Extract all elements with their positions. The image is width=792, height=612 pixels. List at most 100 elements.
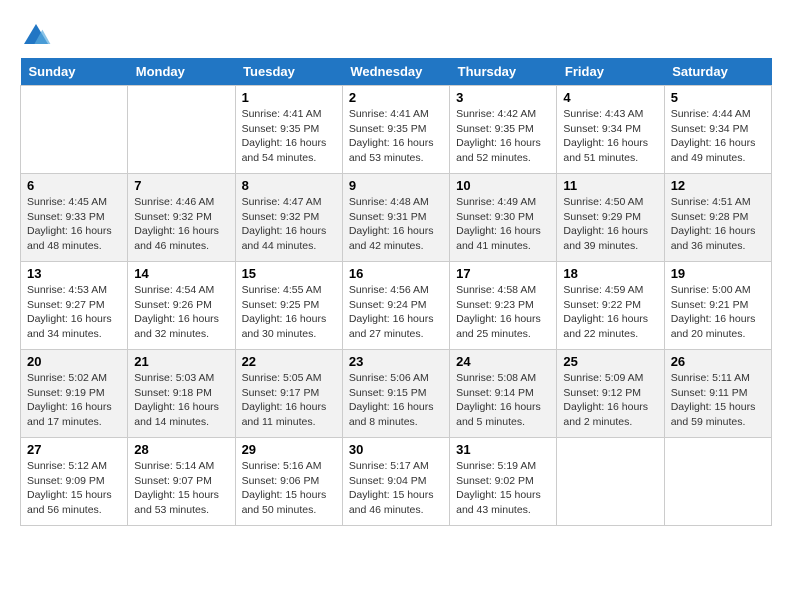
day-number: 17 xyxy=(456,266,550,281)
day-number: 27 xyxy=(27,442,121,457)
cell-info: Sunrise: 4:56 AMSunset: 9:24 PMDaylight:… xyxy=(349,284,434,340)
cell-info: Sunrise: 5:03 AMSunset: 9:18 PMDaylight:… xyxy=(134,372,219,428)
cell-info: Sunrise: 5:17 AMSunset: 9:04 PMDaylight:… xyxy=(349,460,434,516)
day-number: 4 xyxy=(563,90,657,105)
cell-info: Sunrise: 4:54 AMSunset: 9:26 PMDaylight:… xyxy=(134,284,219,340)
cell-info: Sunrise: 4:41 AMSunset: 9:35 PMDaylight:… xyxy=(349,108,434,164)
calendar-cell: 11 Sunrise: 4:50 AMSunset: 9:29 PMDaylig… xyxy=(557,174,664,262)
calendar-table: SundayMondayTuesdayWednesdayThursdayFrid… xyxy=(20,58,772,526)
weekday-header-friday: Friday xyxy=(557,58,664,86)
weekday-header-sunday: Sunday xyxy=(21,58,128,86)
calendar-cell: 13 Sunrise: 4:53 AMSunset: 9:27 PMDaylig… xyxy=(21,262,128,350)
calendar-cell: 20 Sunrise: 5:02 AMSunset: 9:19 PMDaylig… xyxy=(21,350,128,438)
cell-info: Sunrise: 5:16 AMSunset: 9:06 PMDaylight:… xyxy=(242,460,327,516)
calendar-cell: 28 Sunrise: 5:14 AMSunset: 9:07 PMDaylig… xyxy=(128,438,235,526)
cell-info: Sunrise: 4:44 AMSunset: 9:34 PMDaylight:… xyxy=(671,108,756,164)
cell-info: Sunrise: 4:42 AMSunset: 9:35 PMDaylight:… xyxy=(456,108,541,164)
cell-info: Sunrise: 4:55 AMSunset: 9:25 PMDaylight:… xyxy=(242,284,327,340)
calendar-cell: 3 Sunrise: 4:42 AMSunset: 9:35 PMDayligh… xyxy=(450,86,557,174)
calendar-week-row: 27 Sunrise: 5:12 AMSunset: 9:09 PMDaylig… xyxy=(21,438,772,526)
day-number: 3 xyxy=(456,90,550,105)
day-number: 20 xyxy=(27,354,121,369)
day-number: 23 xyxy=(349,354,443,369)
day-number: 2 xyxy=(349,90,443,105)
logo-icon xyxy=(20,20,52,48)
cell-info: Sunrise: 5:11 AMSunset: 9:11 PMDaylight:… xyxy=(671,372,756,428)
cell-info: Sunrise: 4:50 AMSunset: 9:29 PMDaylight:… xyxy=(563,196,648,252)
cell-info: Sunrise: 4:53 AMSunset: 9:27 PMDaylight:… xyxy=(27,284,112,340)
day-number: 11 xyxy=(563,178,657,193)
weekday-header-monday: Monday xyxy=(128,58,235,86)
day-number: 5 xyxy=(671,90,765,105)
calendar-cell: 19 Sunrise: 5:00 AMSunset: 9:21 PMDaylig… xyxy=(664,262,771,350)
day-number: 19 xyxy=(671,266,765,281)
calendar-cell: 27 Sunrise: 5:12 AMSunset: 9:09 PMDaylig… xyxy=(21,438,128,526)
calendar-cell xyxy=(664,438,771,526)
weekday-header-tuesday: Tuesday xyxy=(235,58,342,86)
day-number: 10 xyxy=(456,178,550,193)
cell-info: Sunrise: 5:14 AMSunset: 9:07 PMDaylight:… xyxy=(134,460,219,516)
cell-info: Sunrise: 4:59 AMSunset: 9:22 PMDaylight:… xyxy=(563,284,648,340)
weekday-header-wednesday: Wednesday xyxy=(342,58,449,86)
day-number: 28 xyxy=(134,442,228,457)
day-number: 16 xyxy=(349,266,443,281)
cell-info: Sunrise: 5:19 AMSunset: 9:02 PMDaylight:… xyxy=(456,460,541,516)
calendar-cell xyxy=(557,438,664,526)
calendar-cell xyxy=(21,86,128,174)
cell-info: Sunrise: 5:09 AMSunset: 9:12 PMDaylight:… xyxy=(563,372,648,428)
day-number: 30 xyxy=(349,442,443,457)
day-number: 18 xyxy=(563,266,657,281)
calendar-week-row: 1 Sunrise: 4:41 AMSunset: 9:35 PMDayligh… xyxy=(21,86,772,174)
day-number: 25 xyxy=(563,354,657,369)
cell-info: Sunrise: 4:43 AMSunset: 9:34 PMDaylight:… xyxy=(563,108,648,164)
calendar-cell: 21 Sunrise: 5:03 AMSunset: 9:18 PMDaylig… xyxy=(128,350,235,438)
calendar-cell: 15 Sunrise: 4:55 AMSunset: 9:25 PMDaylig… xyxy=(235,262,342,350)
weekday-header-saturday: Saturday xyxy=(664,58,771,86)
calendar-cell: 10 Sunrise: 4:49 AMSunset: 9:30 PMDaylig… xyxy=(450,174,557,262)
cell-info: Sunrise: 5:02 AMSunset: 9:19 PMDaylight:… xyxy=(27,372,112,428)
header xyxy=(20,20,772,48)
day-number: 7 xyxy=(134,178,228,193)
calendar-cell: 31 Sunrise: 5:19 AMSunset: 9:02 PMDaylig… xyxy=(450,438,557,526)
calendar-cell: 14 Sunrise: 4:54 AMSunset: 9:26 PMDaylig… xyxy=(128,262,235,350)
day-number: 26 xyxy=(671,354,765,369)
cell-info: Sunrise: 5:05 AMSunset: 9:17 PMDaylight:… xyxy=(242,372,327,428)
calendar-week-row: 13 Sunrise: 4:53 AMSunset: 9:27 PMDaylig… xyxy=(21,262,772,350)
calendar-cell: 29 Sunrise: 5:16 AMSunset: 9:06 PMDaylig… xyxy=(235,438,342,526)
day-number: 6 xyxy=(27,178,121,193)
calendar-cell: 7 Sunrise: 4:46 AMSunset: 9:32 PMDayligh… xyxy=(128,174,235,262)
calendar-week-row: 20 Sunrise: 5:02 AMSunset: 9:19 PMDaylig… xyxy=(21,350,772,438)
calendar-cell: 12 Sunrise: 4:51 AMSunset: 9:28 PMDaylig… xyxy=(664,174,771,262)
calendar-cell: 1 Sunrise: 4:41 AMSunset: 9:35 PMDayligh… xyxy=(235,86,342,174)
weekday-header-row: SundayMondayTuesdayWednesdayThursdayFrid… xyxy=(21,58,772,86)
day-number: 9 xyxy=(349,178,443,193)
calendar-cell: 17 Sunrise: 4:58 AMSunset: 9:23 PMDaylig… xyxy=(450,262,557,350)
calendar-cell: 6 Sunrise: 4:45 AMSunset: 9:33 PMDayligh… xyxy=(21,174,128,262)
day-number: 21 xyxy=(134,354,228,369)
cell-info: Sunrise: 4:46 AMSunset: 9:32 PMDaylight:… xyxy=(134,196,219,252)
calendar-cell: 16 Sunrise: 4:56 AMSunset: 9:24 PMDaylig… xyxy=(342,262,449,350)
day-number: 1 xyxy=(242,90,336,105)
calendar-cell: 26 Sunrise: 5:11 AMSunset: 9:11 PMDaylig… xyxy=(664,350,771,438)
cell-info: Sunrise: 4:48 AMSunset: 9:31 PMDaylight:… xyxy=(349,196,434,252)
calendar-cell: 23 Sunrise: 5:06 AMSunset: 9:15 PMDaylig… xyxy=(342,350,449,438)
cell-info: Sunrise: 4:58 AMSunset: 9:23 PMDaylight:… xyxy=(456,284,541,340)
calendar-cell: 8 Sunrise: 4:47 AMSunset: 9:32 PMDayligh… xyxy=(235,174,342,262)
day-number: 12 xyxy=(671,178,765,193)
day-number: 15 xyxy=(242,266,336,281)
calendar-cell: 24 Sunrise: 5:08 AMSunset: 9:14 PMDaylig… xyxy=(450,350,557,438)
day-number: 13 xyxy=(27,266,121,281)
calendar-cell: 5 Sunrise: 4:44 AMSunset: 9:34 PMDayligh… xyxy=(664,86,771,174)
calendar-cell: 30 Sunrise: 5:17 AMSunset: 9:04 PMDaylig… xyxy=(342,438,449,526)
cell-info: Sunrise: 4:41 AMSunset: 9:35 PMDaylight:… xyxy=(242,108,327,164)
day-number: 31 xyxy=(456,442,550,457)
cell-info: Sunrise: 5:12 AMSunset: 9:09 PMDaylight:… xyxy=(27,460,112,516)
cell-info: Sunrise: 5:06 AMSunset: 9:15 PMDaylight:… xyxy=(349,372,434,428)
calendar-cell: 22 Sunrise: 5:05 AMSunset: 9:17 PMDaylig… xyxy=(235,350,342,438)
calendar-cell: 2 Sunrise: 4:41 AMSunset: 9:35 PMDayligh… xyxy=(342,86,449,174)
cell-info: Sunrise: 4:49 AMSunset: 9:30 PMDaylight:… xyxy=(456,196,541,252)
calendar-cell: 9 Sunrise: 4:48 AMSunset: 9:31 PMDayligh… xyxy=(342,174,449,262)
day-number: 24 xyxy=(456,354,550,369)
day-number: 22 xyxy=(242,354,336,369)
calendar-cell xyxy=(128,86,235,174)
